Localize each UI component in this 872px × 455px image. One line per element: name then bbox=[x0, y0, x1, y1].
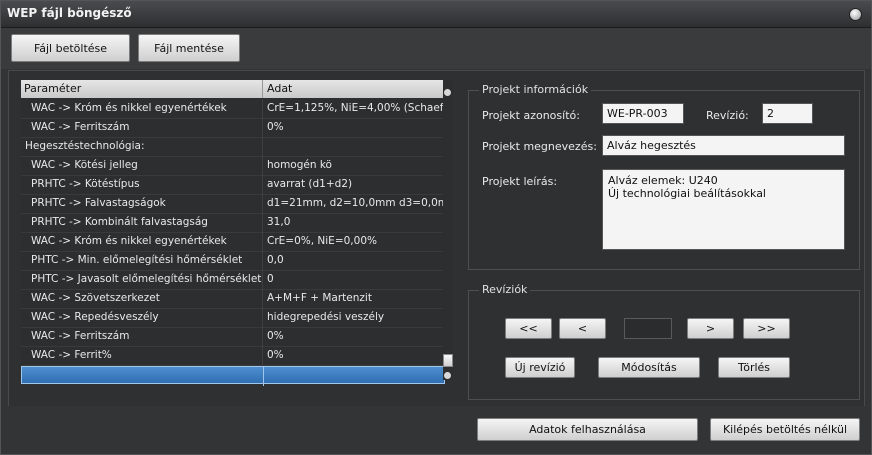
row-parameter: WAC -> Króm és nikkel egyenértékek bbox=[31, 235, 227, 247]
row-value: homogén kö bbox=[267, 159, 332, 171]
row-parameter: WAC -> Króm és nikkel egyenértékek bbox=[31, 102, 227, 114]
row-value: 0,0 bbox=[267, 254, 284, 266]
footer-bar: Adatok felhasználása Kilépés betöltés né… bbox=[1, 406, 871, 454]
revisions-group: Revíziók << < > >> Új revízió Módosítás … bbox=[468, 283, 860, 400]
new-revision-button[interactable]: Új revízió bbox=[505, 357, 575, 378]
table-row[interactable]: WAC -> Króm és nikkel egyenértékek CrE=0%… bbox=[21, 232, 445, 252]
row-parameter: WAC -> Ferritszám bbox=[31, 330, 130, 342]
load-file-button[interactable]: Fájl betöltése bbox=[11, 34, 130, 62]
table-row[interactable]: PHTC -> Min. előmelegítési hőmérséklet 0,… bbox=[21, 251, 445, 271]
project-info-title: Projekt információk bbox=[479, 83, 592, 96]
row-value: CrE=0%, NiE=0,00% bbox=[267, 235, 377, 247]
project-id-field[interactable]: WE-PR-003 bbox=[602, 103, 684, 124]
revision-field[interactable]: 2 bbox=[762, 103, 813, 124]
revisions-title: Revíziók bbox=[479, 283, 531, 296]
table-row[interactable]: PHTC -> Javasolt előmelegítési hőmérsékl… bbox=[21, 270, 445, 290]
row-value: 0% bbox=[267, 330, 284, 342]
row-value: 0% bbox=[267, 349, 284, 361]
first-revision-button[interactable]: << bbox=[505, 318, 552, 339]
row-value: A+M+F + Martenzit bbox=[267, 292, 372, 304]
row-value: avarrat (d1+d2) bbox=[267, 178, 353, 190]
project-id-label: Projekt azonosító: bbox=[482, 109, 580, 122]
column-header-value[interactable]: Adat bbox=[267, 82, 292, 95]
scrollbar-thumb[interactable] bbox=[443, 354, 453, 367]
exit-without-loading-button[interactable]: Kilépés betöltés nélkül bbox=[710, 418, 860, 441]
previous-revision-button[interactable]: < bbox=[559, 318, 606, 339]
row-value: CrE=1,125%, NiE=4,00% (Schaeff bbox=[267, 102, 443, 114]
delete-revision-button[interactable]: Törlés bbox=[718, 357, 790, 378]
table-row-selected-empty[interactable] bbox=[21, 366, 445, 386]
wep-file-browser-window: WEP fájl böngésző Fájl betöltése Fájl me… bbox=[0, 0, 872, 455]
next-revision-button[interactable]: > bbox=[687, 318, 734, 339]
table-header: Paraméter Adat bbox=[21, 80, 445, 98]
table-row[interactable]: WAC -> Kötési jelleg homogén kö bbox=[21, 156, 445, 176]
table-row[interactable]: PRHTC -> Kötéstípus avarrat (d1+d2) bbox=[21, 175, 445, 195]
project-name-label: Projekt megnevezés: bbox=[482, 140, 597, 153]
close-icon[interactable] bbox=[849, 8, 862, 21]
scroll-up-icon[interactable] bbox=[444, 89, 451, 96]
scroll-down-icon[interactable] bbox=[444, 372, 451, 379]
use-data-button[interactable]: Adatok felhasználása bbox=[477, 418, 698, 441]
table-row[interactable]: WAC -> Szövetszerkezet A+M+F + Martenzit bbox=[21, 289, 445, 309]
content-panel: Paraméter Adat WAC -> Króm és nikkel egy… bbox=[8, 70, 865, 407]
row-value: hidegrepedési veszély bbox=[267, 311, 385, 323]
row-parameter: WAC -> Kötési jelleg bbox=[31, 159, 138, 171]
project-name-field[interactable]: Alváz hegesztés bbox=[602, 135, 845, 156]
table-row[interactable]: WAC -> Ferritszám 0% bbox=[21, 118, 445, 138]
row-parameter: PRHTC -> Kombinált falvastagság bbox=[31, 216, 208, 228]
description-line-1: Alváz elemek: U240 bbox=[608, 174, 718, 187]
table-row[interactable]: PRHTC -> Kombinált falvastagság 31,0 bbox=[21, 213, 445, 233]
project-description-label: Projekt leírás: bbox=[482, 175, 558, 188]
table-row[interactable]: WAC -> Króm és nikkel egyenértékek CrE=1,… bbox=[21, 99, 445, 119]
table-row[interactable]: WAC -> Repedésveszély hidegrepedési veszé… bbox=[21, 308, 445, 328]
row-value: 0% bbox=[267, 121, 284, 133]
description-line-2: Új technológiai beálításokkal bbox=[608, 187, 766, 200]
title-bar: WEP fájl böngésző bbox=[1, 1, 871, 28]
parameter-table: Paraméter Adat WAC -> Króm és nikkel egy… bbox=[21, 80, 445, 386]
row-parameter: WAC -> Szövetszerkezet bbox=[31, 292, 160, 304]
table-scrollbar[interactable] bbox=[443, 80, 453, 380]
window-title: WEP fájl böngésző bbox=[7, 6, 132, 20]
row-parameter: PRHTC -> Falvastagságok bbox=[31, 197, 166, 209]
column-header-parameter[interactable]: Paraméter bbox=[24, 82, 81, 95]
row-value: d1=21mm, d2=10,0mm d3=0,0mm bbox=[267, 197, 443, 209]
row-parameter: WAC -> Ferrit% bbox=[31, 349, 112, 361]
row-value: 0 bbox=[267, 273, 274, 285]
project-description-field[interactable]: Alváz elemek: U240 Új technológiai beálí… bbox=[602, 169, 845, 250]
last-revision-button[interactable]: >> bbox=[743, 318, 790, 339]
row-parameter: PHTC -> Javasolt előmelegítési hőmérsékl… bbox=[31, 273, 262, 285]
row-parameter: WAC -> Ferritszám bbox=[31, 121, 130, 133]
modify-revision-button[interactable]: Módosítás bbox=[598, 357, 700, 378]
row-parameter: WAC -> Repedésveszély bbox=[31, 311, 159, 323]
table-row[interactable]: WAC -> Ferritszám 0% bbox=[21, 327, 445, 347]
row-value: 31,0 bbox=[267, 216, 291, 228]
revision-label: Revízió: bbox=[706, 109, 749, 122]
table-row[interactable]: Hegesztéstechnológia: bbox=[21, 137, 445, 157]
row-parameter: PRHTC -> Kötéstípus bbox=[31, 178, 140, 190]
project-info-group: Projekt információk Projekt azonosító: W… bbox=[468, 83, 860, 270]
revision-counter-display bbox=[624, 318, 672, 339]
table-row[interactable]: PRHTC -> Falvastagságok d1=21mm, d2=10,0m… bbox=[21, 194, 445, 214]
row-parameter: Hegesztéstechnológia: bbox=[25, 140, 145, 152]
table-row[interactable]: WAC -> Ferrit% 0% bbox=[21, 346, 445, 366]
toolbar: Fájl betöltése Fájl mentése bbox=[1, 28, 871, 69]
save-file-button[interactable]: Fájl mentése bbox=[138, 34, 240, 62]
row-parameter: PHTC -> Min. előmelegítési hőmérséklet bbox=[31, 254, 243, 266]
